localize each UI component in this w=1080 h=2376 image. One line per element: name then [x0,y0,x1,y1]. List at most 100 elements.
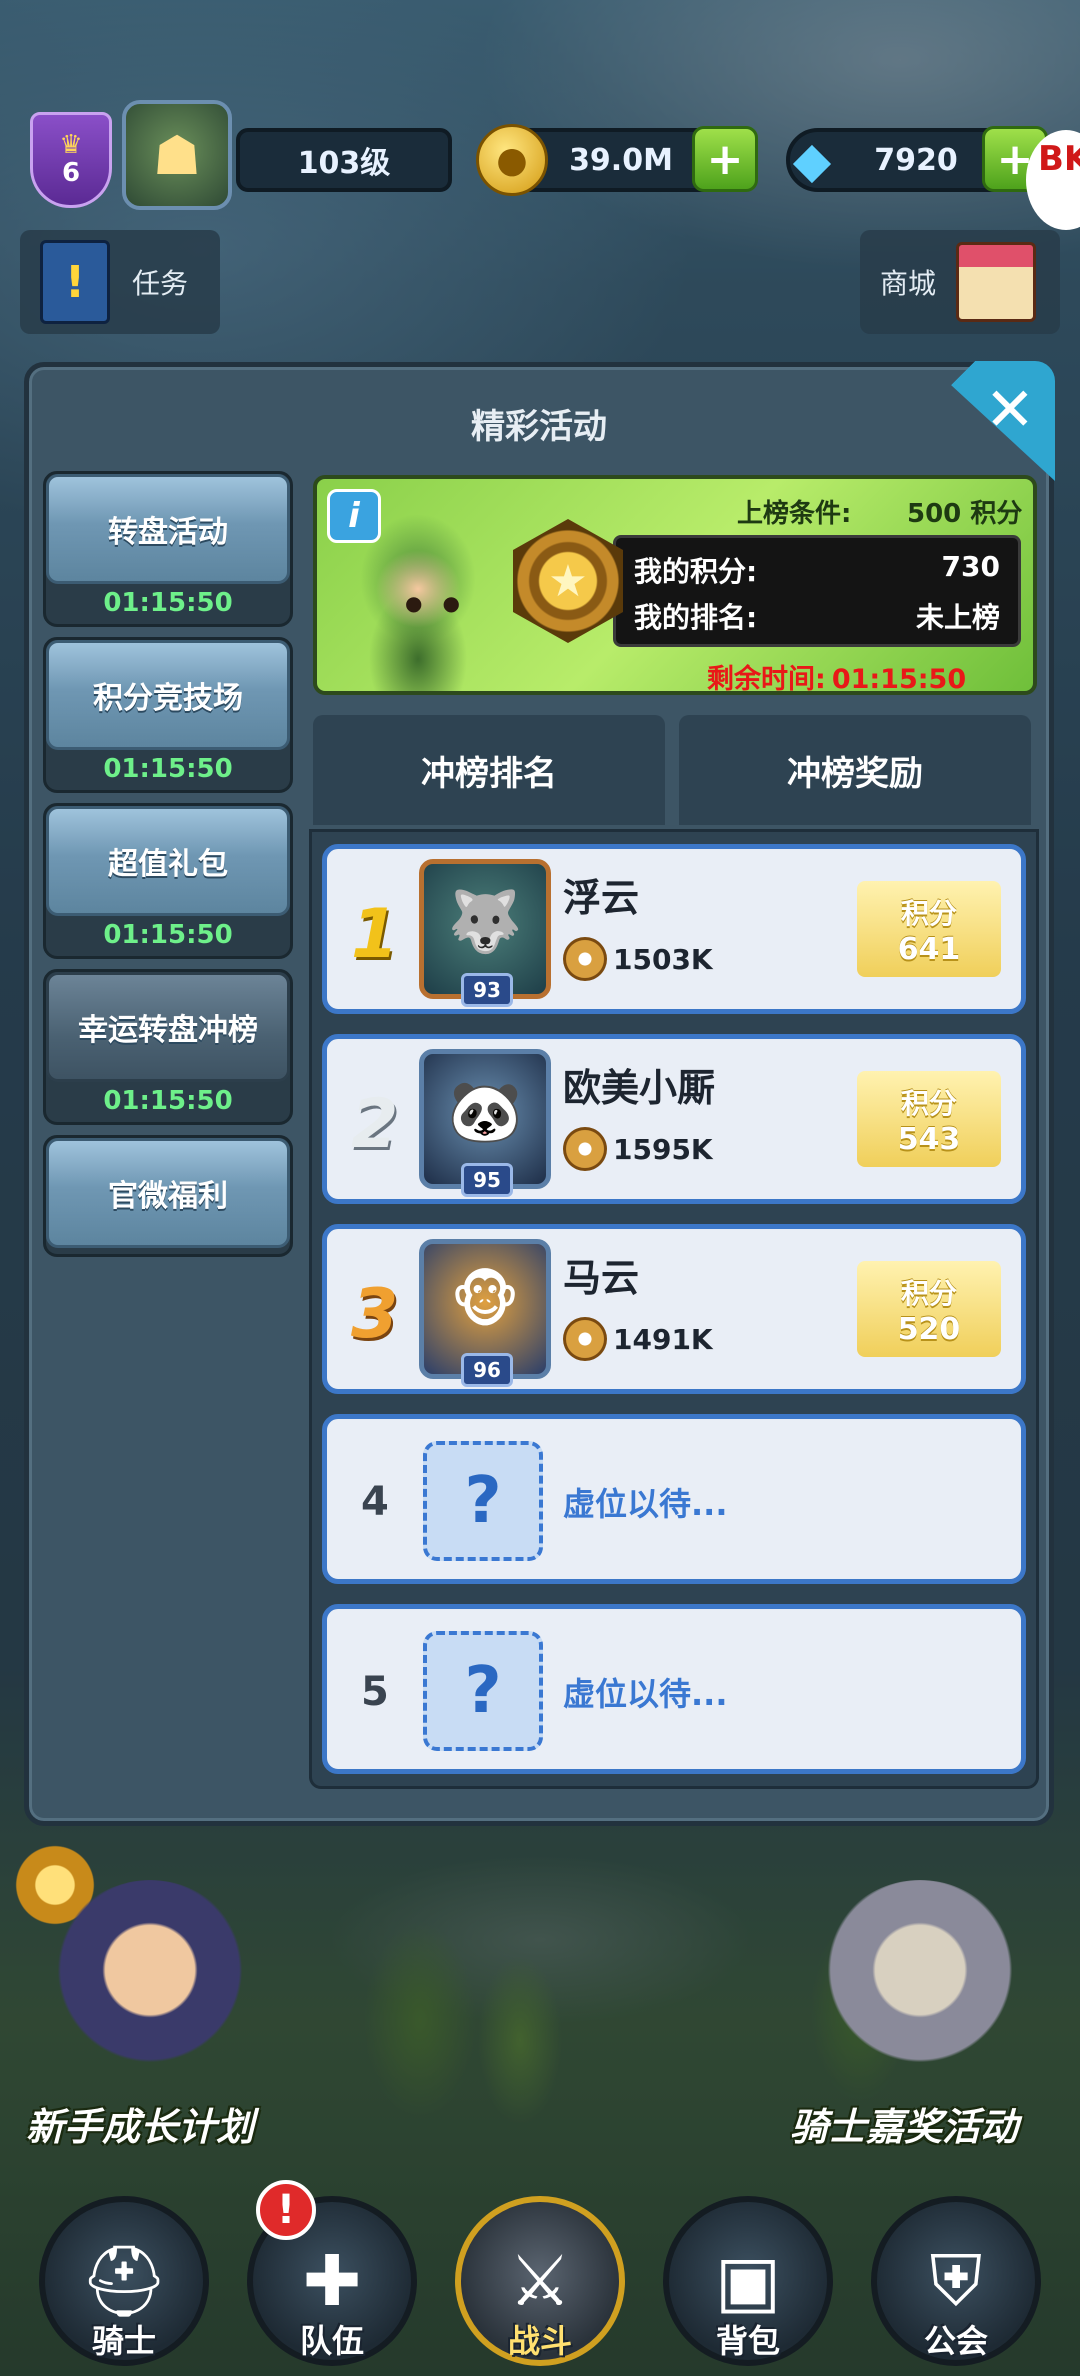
sidebar-item-timer: 01:15:50 [103,920,233,950]
points-label: 积分 [900,1276,957,1310]
tab-bar: 冲榜排名 冲榜奖励 [313,715,1037,825]
power-value: 1503K [613,942,713,976]
points-badge: 积分 520 [857,1261,1001,1357]
rank-number: 1 [351,895,399,974]
nav-label: 队伍 [299,2322,364,2360]
vacant-text: 虚位以待... [563,1675,728,1713]
power-stat: 1595K [563,1127,713,1171]
crown-icon: ♛ [59,130,83,160]
player-level-badge: 96 [461,1353,513,1387]
rank-number: 3 [351,1275,399,1354]
power-stat: 1503K [563,937,713,981]
ranking-row[interactable]: 2 🐼 95 欧美小厮 1595K 积分 543 [322,1034,1026,1204]
nav-label: 公会 [923,2322,988,2360]
close-icon[interactable]: ✕ [985,375,1035,445]
nav-knight[interactable]: ⛑ 骑士 [34,2180,214,2376]
ranking-row[interactable]: 3 🐵 96 马云 1491K 积分 520 [322,1224,1026,1394]
add-coins-button[interactable]: + [692,126,758,192]
sidebar-item-lucky-wheel-ranking[interactable]: 幸运转盘冲榜 01:15:50 [43,969,293,1125]
sidebar-item-timer: 01:15:50 [103,754,233,784]
monkey-hero-icon: 🐵 [450,1266,520,1336]
remaining-time: 剩余时间: 01:15:50 [707,657,967,695]
newbie-growth-promo[interactable]: 新手成长计划 [0,1840,300,2149]
nav-label: 背包 [715,2322,780,2360]
sidebar-item-label[interactable]: 转盘活动 [46,474,290,584]
power-value: 1595K [613,1132,713,1166]
vip-level: 6 [61,158,81,188]
points-value: 543 [897,1121,961,1157]
hero-eyes: ●● [405,591,480,615]
sidebar-item-label[interactable]: 积分竞技场 [46,640,290,750]
condition-value: 500 积分 [907,499,1023,529]
sidebar-item-label[interactable]: 超值礼包 [46,806,290,916]
sidebar-item-label[interactable]: 官微福利 [46,1138,290,1248]
panda-hero-icon: 🐼 [447,1077,523,1147]
wolf-hero-icon: 🐺 [447,887,523,957]
sidebar-item-value-pack[interactable]: 超值礼包 01:15:50 [43,803,293,959]
knight-reward-promo[interactable]: 骑士嘉奖活动 [770,1840,1070,2149]
player-name: 浮云 [563,876,640,920]
question-mark-icon: ? [423,1441,543,1561]
sidebar-item-label[interactable]: 幸运转盘冲榜 [46,972,290,1082]
power-stat: 1491K [563,1317,713,1361]
player-name: 欧美小厮 [563,1066,716,1110]
ranking-row-empty: 4 ? 虚位以待... [322,1414,1026,1584]
my-points-label: 我的积分: [634,555,758,588]
promo-label: 骑士嘉奖活动 [790,2105,1019,2149]
remaining-value: 01:15:50 [831,664,967,695]
condition-label: 上榜条件: [737,499,852,529]
player-level: 103级 [236,128,452,192]
task-button[interactable]: ! 任务 [20,230,220,334]
sidebar-item-points-arena[interactable]: 积分竞技场 01:15:50 [43,637,293,793]
my-points-value: 730 [941,550,1000,583]
my-score-box: 我的积分: 730 我的排名: 未上榜 [613,535,1021,647]
diamond-icon: ◆ [792,131,832,189]
question-mark-icon: ? [423,1631,543,1751]
coin-amount: 39.0M [569,142,673,178]
events-panel: 精彩活动 ✕ 转盘活动 01:15:50 积分竞技场 01:15:50 超值礼包… [24,361,1055,1826]
sidebar-item-official-benefits[interactable]: 官微福利 [43,1135,293,1257]
sidebar-item-timer: 01:15:50 [103,588,233,618]
points-badge: 积分 641 [857,881,1001,977]
tab-ranking[interactable]: 冲榜排名 [313,715,665,825]
nav-battle[interactable]: ⚔ 战斗 [450,2180,630,2376]
task-label: 任务 [132,267,189,300]
knight-hero-icon [820,1880,1020,2080]
ranking-row[interactable]: 1 🐺 93 浮云 1503K 积分 641 [322,844,1026,1014]
bottom-nav: ⛑ 骑士 ✚ ! 队伍 ⚔ 战斗 ▣ 背包 ⛨ 公会 [0,2180,1080,2376]
ranking-row-empty: 5 ? 虚位以待... [322,1604,1026,1774]
nav-backpack[interactable]: ▣ 背包 [658,2180,838,2376]
points-value: 520 [897,1311,961,1347]
nav-team[interactable]: ✚ ! 队伍 [242,2180,422,2376]
nav-label: 骑士 [91,2322,156,2360]
shop-icon [956,242,1037,322]
promo-label: 新手成长计划 [26,2105,255,2149]
player-name: 马云 [563,1256,640,1300]
panel-title: 精彩活动 [471,407,607,447]
nav-label: 战斗 [507,2322,572,2360]
points-value: 641 [897,931,961,967]
player-level-badge: 95 [461,1163,513,1197]
sidebar-item-wheel[interactable]: 转盘活动 01:15:50 [43,471,293,627]
coin-counter: ● 39.0M + [476,124,758,196]
info-icon[interactable]: i [327,489,381,543]
event-banner: ●● i 上榜条件: 500 积分 我的积分: 730 我的排名: 未上榜 ★ … [313,475,1037,695]
power-value: 1491K [613,1322,713,1356]
shop-label: 商城 [880,267,937,300]
ranking-list: 1 🐺 93 浮云 1503K 积分 641 2 🐼 95 欧美小厮 1595K [309,829,1039,1789]
points-label: 积分 [900,896,957,930]
event-sidebar: 转盘活动 01:15:50 积分竞技场 01:15:50 超值礼包 01:15:… [43,471,293,1267]
remaining-label: 剩余时间: [707,664,826,695]
tab-rewards[interactable]: 冲榜奖励 [679,715,1031,825]
nav-guild[interactable]: ⛨ 公会 [866,2180,1046,2376]
power-icon [563,1317,607,1361]
rank-number: 2 [351,1085,399,1164]
gem-counter: ◆ 7920 + [786,126,1048,192]
vip-badge[interactable]: ♛ 6 [30,112,112,208]
power-icon [563,937,607,981]
my-rank-label: 我的排名: [634,601,758,634]
sidebar-item-timer: 01:15:50 [103,1086,233,1116]
points-label: 积分 [900,1086,957,1120]
player-avatar[interactable]: ☗ [122,100,232,210]
shop-button[interactable]: 商城 [860,230,1060,334]
